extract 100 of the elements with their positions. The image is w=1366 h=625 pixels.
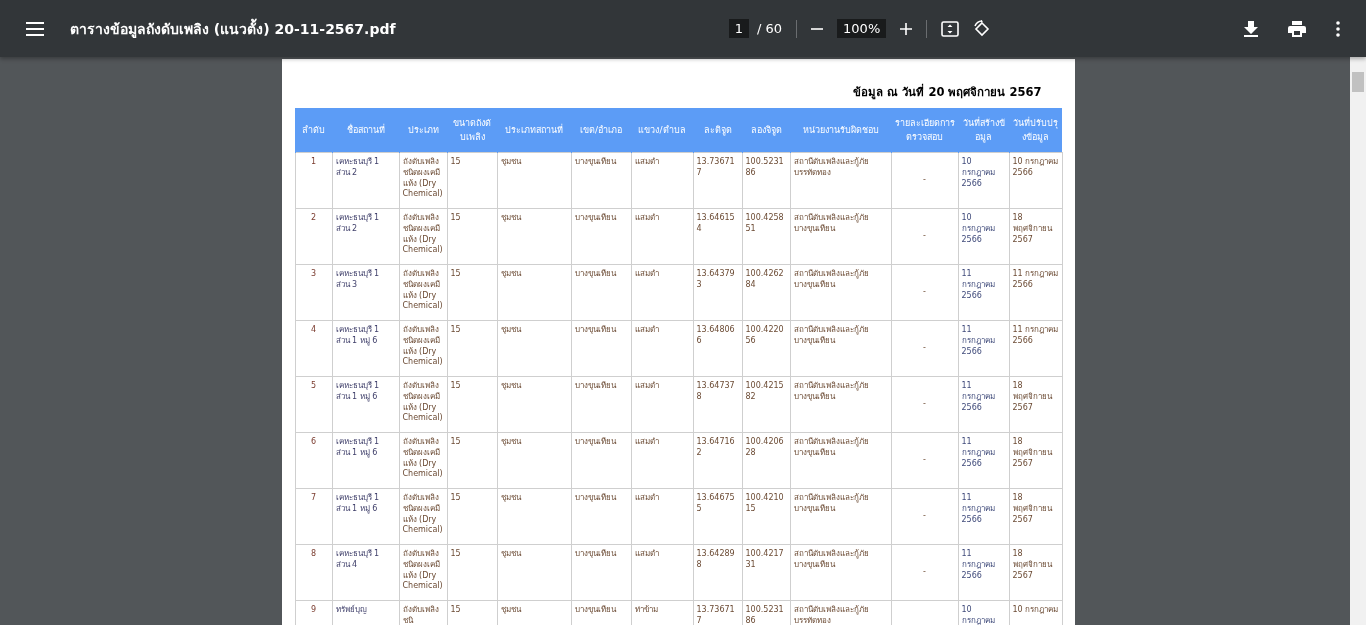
table-cell: 11 กรกฎาคม 2566 <box>1009 320 1062 377</box>
table-cell: - <box>891 152 958 209</box>
table-cell: สถานีดับเพลิงและกู้ภัยบางขุนเทียน <box>790 488 891 545</box>
table-cell: เคหะธนบุรี 1 ส่วน 2 <box>332 208 399 265</box>
print-icon[interactable] <box>1288 20 1306 37</box>
table-cell: 100.420628 <box>742 432 790 489</box>
table-cell: แสมดำ <box>631 488 693 545</box>
table-cell: 13.642898 <box>693 544 742 601</box>
table-cell: สถานีดับเพลิงและกู้ภัยบรรทัดทอง <box>790 152 891 209</box>
table-cell: 15 <box>447 376 497 433</box>
table-cell: สถานีดับเพลิงและกู้ภัยบางขุนเทียน <box>790 208 891 265</box>
download-icon[interactable] <box>1244 20 1258 37</box>
scrollbar[interactable] <box>1350 57 1366 625</box>
more-icon[interactable] <box>1336 20 1340 37</box>
table-cell: สถานีดับเพลิงและกู้ภัยบางขุนเทียน <box>790 544 891 601</box>
table-cell: เคหะธนบุรี 1 ส่วน 4 <box>332 544 399 601</box>
menu-icon[interactable] <box>26 21 44 36</box>
table-cell: 15 <box>447 488 497 545</box>
table-cell: บางขุนเทียน <box>571 264 631 321</box>
table-cell: - <box>891 432 958 489</box>
table-cell: สถานีดับเพลิงและกู้ภัยบางขุนเทียน <box>790 376 891 433</box>
table-cell: 100.421015 <box>742 488 790 545</box>
table-cell: แสมดำ <box>631 320 693 377</box>
table-cell: 13.647378 <box>693 376 742 433</box>
table-cell: ถังดับเพลิงชนิดผงเคมีแห้ง (Dry Chemical) <box>399 208 447 265</box>
column-header: ประเภท <box>399 108 447 153</box>
zoom-out-icon[interactable] <box>811 27 824 30</box>
table-cell: ถังดับเพลิงชนิดผงเคมีแห้ง (Dry Chemical) <box>399 376 447 433</box>
table-cell: เคหะธนบุรี 1 ส่วน 1 หมู่ 6 <box>332 432 399 489</box>
table-cell: ชุมชน <box>497 264 571 321</box>
table-cell: ชุมชน <box>497 544 571 601</box>
column-header: ลองจิจูด <box>742 108 790 153</box>
table-cell: เคหะธนบุรี 1 ส่วน 2 <box>332 152 399 209</box>
table-cell: 100.421731 <box>742 544 790 601</box>
table-cell: บางขุนเทียน <box>571 544 631 601</box>
table-cell: - <box>891 208 958 265</box>
table-cell: 2 <box>295 208 332 265</box>
table-cell: - <box>891 320 958 377</box>
table-cell: 13.647162 <box>693 432 742 489</box>
table-cell: แสมดำ <box>631 208 693 265</box>
table-cell: บางขุนเทียน <box>571 152 631 209</box>
table-cell: สถานีดับเพลิงและกู้ภัยบางขุนเทียน <box>790 320 891 377</box>
column-header: รายละเอียดการตรวจสอบ <box>891 108 958 153</box>
column-header: ประเภทสถานที่ <box>497 108 571 153</box>
table-cell: 13.736717 <box>693 152 742 209</box>
table-cell: 13.646755 <box>693 488 742 545</box>
table-cell: 18 พฤศจิกายน 2567 <box>1009 544 1062 601</box>
table-cell: 13.646154 <box>693 208 742 265</box>
table-cell: ถังดับเพลิงชนิดผงเคมีแห้ง (Dry Chemical) <box>399 544 447 601</box>
table-cell: 100.523186 <box>742 152 790 209</box>
table-cell: 18 พฤศจิกายน 2567 <box>1009 488 1062 545</box>
page-number-field[interactable]: 1 <box>728 19 749 38</box>
table-cell: 11 กรกฎาคม 2566 <box>958 432 1009 489</box>
table-cell: 10 กรกฎาคม 2566 <box>958 152 1009 209</box>
table-cell: - <box>891 488 958 545</box>
zoom-field[interactable]: 100% <box>837 19 887 38</box>
table-cell: 1 <box>295 152 332 209</box>
table-cell: ถังดับเพลิงชนิดผงเคมีแห้ง (Dry Chemical) <box>399 432 447 489</box>
table-cell: เคหะธนบุรี 1 ส่วน 1 หมู่ 6 <box>332 320 399 377</box>
column-header: เขต/อำเภอ <box>571 108 631 153</box>
zoom-in-icon[interactable] <box>900 22 913 35</box>
table-cell: 13.643793 <box>693 264 742 321</box>
table-cell: - <box>891 264 958 321</box>
document-title: ตารางข้อมูลถังดับเพลิง (แนวตั้ง) 20-11-2567.pdf <box>70 17 396 40</box>
table-cell: 8 <box>295 544 332 601</box>
fit-page-icon[interactable] <box>941 20 960 37</box>
table-cell: เคหะธนบุรี 1 ส่วน 3 <box>332 264 399 321</box>
table-cell: 15 <box>447 544 497 601</box>
table-cell: ชุมชน <box>497 376 571 433</box>
table-cell: แสมดำ <box>631 152 693 209</box>
table-cell: บางขุนเทียน <box>571 432 631 489</box>
table-cell: 100.426284 <box>742 264 790 321</box>
table-cell: 9 <box>295 600 332 625</box>
table-cell: - <box>891 544 958 601</box>
table-cell: ชุมชน <box>497 320 571 377</box>
table-cell: - <box>891 376 958 433</box>
table-cell: 15 <box>447 320 497 377</box>
table-cell: 18 พฤศจิกายน 2567 <box>1009 432 1062 489</box>
table-cell: 6 <box>295 432 332 489</box>
date-note: ข้อมูล ณ วันที่ 20 พฤศจิกายน 2567 <box>853 85 1042 99</box>
column-header: วันที่ปรับปรุงข้อมูล <box>1009 108 1062 153</box>
table-cell: 4 <box>295 320 332 377</box>
column-header: ขนาดถังดับเพลิง <box>447 108 497 153</box>
table-cell: ชุมชน <box>497 432 571 489</box>
table-cell: 11 กรกฎาคม 2566 <box>958 488 1009 545</box>
table-cell: 15 <box>447 264 497 321</box>
table-cell: 18 พฤศจิกายน 2567 <box>1009 376 1062 433</box>
table-cell: สถานีดับเพลิงและกู้ภัยบางขุนเทียน <box>790 264 891 321</box>
table-cell: แสมดำ <box>631 376 693 433</box>
column-header: แขวง/ตำบล <box>631 108 693 153</box>
rotate-icon[interactable] <box>973 19 992 38</box>
table-cell: 100.425851 <box>742 208 790 265</box>
table-cell: ถังดับเพลิงชนิดผงเคมีแห้ง (Dry Chemical) <box>399 488 447 545</box>
table-cell: ถังดับเพลิงชนิดผงเคมีแห้ง (Dry Chemical) <box>399 152 447 209</box>
column-header: ลำดับ <box>295 108 332 153</box>
table-cell: 11 กรกฎาคม 2566 <box>958 376 1009 433</box>
column-header: วันที่สร้างข้อมูล <box>958 108 1009 153</box>
table-cell: แสมดำ <box>631 264 693 321</box>
table-cell: ถังดับเพลิงชนิดผงเคมีแห้ง (Dry Chemical) <box>399 264 447 321</box>
table-cell: 7 <box>295 488 332 545</box>
